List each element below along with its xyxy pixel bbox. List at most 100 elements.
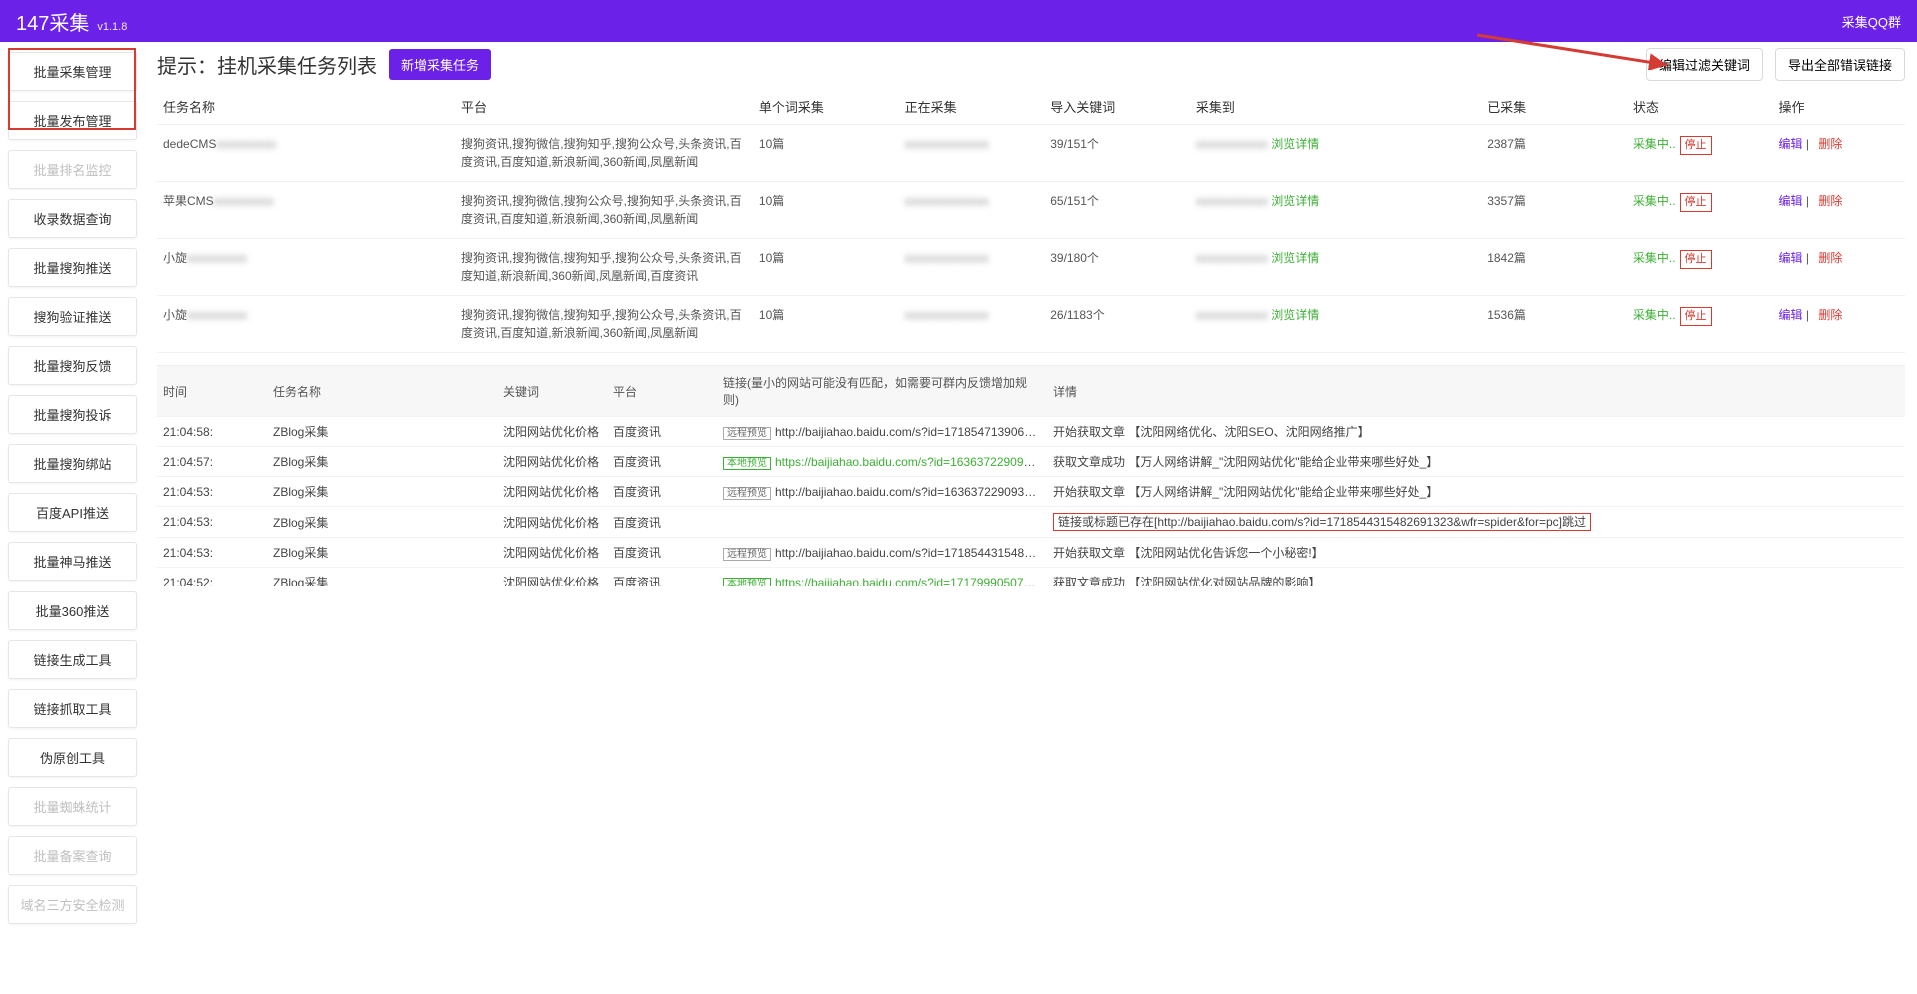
sidebar-item[interactable]: 伪原创工具	[8, 738, 137, 777]
app-version: v1.1.8	[97, 21, 127, 33]
view-detail-link[interactable]: 浏览详情	[1271, 137, 1319, 151]
sidebar-item[interactable]: 百度API推送	[8, 493, 137, 532]
th-name: 任务名称	[157, 89, 455, 125]
cell-running: xxxxxxxxxxxxxx	[899, 296, 1045, 353]
cell-platform: 搜狗资讯,搜狗微信,搜狗知乎,搜狗公众号,头条资讯,百度知道,新浪新闻,360新…	[455, 239, 753, 296]
delete-link[interactable]: 删除	[1818, 251, 1842, 265]
sidebar-item[interactable]: 批量神马推送	[8, 542, 137, 581]
log-link: 远程预览http://baijiahao.baidu.com/s?id=1636…	[717, 477, 1047, 507]
sidebar-item[interactable]: 批量360推送	[8, 591, 137, 630]
edit-filter-button[interactable]: 编辑过滤关键词	[1646, 48, 1763, 81]
log-task: ZBlog采集	[267, 447, 497, 477]
delete-link[interactable]: 删除	[1818, 194, 1842, 208]
log-detail: 链接或标题已存在[http://baijiahao.baidu.com/s?id…	[1047, 507, 1905, 538]
cell-collect-to: xxxxxxxxxxxx 浏览详情	[1190, 353, 1481, 360]
th-keywords: 导入关键词	[1044, 89, 1190, 125]
view-detail-link[interactable]: 浏览详情	[1271, 251, 1319, 265]
sidebar-item[interactable]: 批量搜狗反馈	[8, 346, 137, 385]
edit-link[interactable]: 编辑	[1779, 137, 1803, 151]
remote-preview-tag[interactable]: 远程预览	[723, 427, 771, 440]
log-row: 21:04:52:ZBlog采集沈阳网站优化价格百度资讯本地预览https://…	[157, 568, 1905, 587]
log-task: ZBlog采集	[267, 477, 497, 507]
stop-button[interactable]: 停止	[1680, 136, 1712, 155]
log-panel: 时间 任务名称 关键词 平台 链接(量小的网站可能没有匹配，如需要可群内反馈增加…	[157, 365, 1905, 982]
sidebar-item[interactable]: 搜狗验证推送	[8, 297, 137, 336]
log-time: 21:04:52:	[157, 568, 267, 587]
log-time: 21:04:58:	[157, 417, 267, 447]
cell-name: 小旋xxxxxxxxxx	[157, 296, 455, 353]
cell-collect-to: xxxxxxxxxxxx 浏览详情	[1190, 239, 1481, 296]
delete-link[interactable]: 删除	[1818, 308, 1842, 322]
cell-status: 采集中..停止	[1627, 182, 1773, 239]
edit-link[interactable]: 编辑	[1779, 308, 1803, 322]
th-collect-to: 采集到	[1190, 89, 1481, 125]
th-single: 单个词采集	[753, 89, 899, 125]
edit-link[interactable]: 编辑	[1779, 251, 1803, 265]
log-link: 远程预览http://baijiahao.baidu.com/s?id=1718…	[717, 417, 1047, 447]
remote-preview-tag[interactable]: 远程预览	[723, 487, 771, 500]
local-preview-tag[interactable]: 本地预览	[723, 457, 771, 470]
remote-preview-tag[interactable]: 远程预览	[723, 548, 771, 561]
sidebar-item[interactable]: 链接生成工具	[8, 640, 137, 679]
add-task-button[interactable]: 新增采集任务	[389, 49, 491, 80]
th-platform: 平台	[455, 89, 753, 125]
edit-link[interactable]: 编辑	[1779, 194, 1803, 208]
sidebar-item[interactable]: 批量搜狗绑站	[8, 444, 137, 483]
log-time: 21:04:53:	[157, 507, 267, 538]
log-th-time: 时间	[157, 366, 267, 416]
qq-group-link[interactable]: 采集QQ群	[1842, 12, 1901, 31]
cell-running: xxxxxxxxxxxxxx	[899, 353, 1045, 360]
th-collected: 已采集	[1481, 89, 1627, 125]
sidebar-item[interactable]: 批量搜狗投诉	[8, 395, 137, 434]
log-row: 21:04:58:ZBlog采集沈阳网站优化价格百度资讯远程预览http://b…	[157, 417, 1905, 447]
cell-op: 编辑 | 删除	[1773, 125, 1905, 182]
log-th-plat: 平台	[607, 366, 717, 416]
stop-button[interactable]: 停止	[1680, 193, 1712, 212]
log-link: 本地预览https://baijiahao.baidu.com/s?id=171…	[717, 568, 1047, 587]
sidebar-item[interactable]: 批量发布管理	[8, 101, 137, 140]
log-link	[717, 507, 1047, 538]
task-row: SiteserverCMS采集xxxxxxxxxx搜狗资讯,搜狗微信,搜狗知乎,…	[157, 353, 1905, 360]
task-table: 任务名称 平台 单个词采集 正在采集 导入关键词 采集到 已采集 状态 操作 d…	[157, 89, 1905, 359]
sidebar: 批量采集管理批量发布管理批量排名监控收录数据查询批量搜狗推送搜狗验证推送批量搜狗…	[0, 42, 145, 994]
log-link: 远程预览http://baijiahao.baidu.com/s?id=1718…	[717, 538, 1047, 568]
sidebar-item[interactable]: 批量搜狗推送	[8, 248, 137, 287]
cell-collect-to: xxxxxxxxxxxx 浏览详情	[1190, 182, 1481, 239]
sidebar-item: 批量备案查询	[8, 836, 137, 875]
log-task: ZBlog采集	[267, 417, 497, 447]
cell-running: xxxxxxxxxxxxxx	[899, 182, 1045, 239]
sidebar-item[interactable]: 链接抓取工具	[8, 689, 137, 728]
view-detail-link[interactable]: 浏览详情	[1271, 308, 1319, 322]
log-plat: 百度资讯	[607, 417, 717, 447]
sidebar-item[interactable]: 批量采集管理	[8, 52, 137, 91]
cell-keywords: 39/151个	[1044, 125, 1190, 182]
th-status: 状态	[1627, 89, 1773, 125]
cell-platform: 搜狗资讯,搜狗微信,搜狗公众号,搜狗知乎,头条资讯,百度资讯,百度知道,新浪新闻…	[455, 182, 753, 239]
cell-status: 采集中..停止	[1627, 296, 1773, 353]
log-kw: 沈阳网站优化价格	[497, 477, 607, 507]
main-content: 提示：挂机采集任务列表 新增采集任务 编辑过滤关键词 导出全部错误链接 任务名称…	[145, 42, 1917, 994]
log-task: ZBlog采集	[267, 507, 497, 538]
log-row: 21:04:53:ZBlog采集沈阳网站优化价格百度资讯远程预览http://b…	[157, 477, 1905, 507]
sidebar-item[interactable]: 收录数据查询	[8, 199, 137, 238]
log-kw: 沈阳网站优化价格	[497, 568, 607, 587]
stop-button[interactable]: 停止	[1680, 307, 1712, 326]
log-th-kw: 关键词	[497, 366, 607, 416]
view-detail-link[interactable]: 浏览详情	[1271, 194, 1319, 208]
cell-op: 编辑 | 删除	[1773, 353, 1905, 360]
log-th-task: 任务名称	[267, 366, 497, 416]
local-preview-tag[interactable]: 本地预览	[723, 578, 771, 586]
cell-op: 编辑 | 删除	[1773, 296, 1905, 353]
log-detail: 开始获取文章 【万人网络讲解_"沈阳网站优化"能给企业带来哪些好处_】	[1047, 477, 1905, 507]
cell-collected: 2387篇	[1481, 125, 1627, 182]
cell-single: 10篇	[753, 296, 899, 353]
log-plat: 百度资讯	[607, 568, 717, 587]
delete-link[interactable]: 删除	[1818, 137, 1842, 151]
stop-button[interactable]: 停止	[1680, 250, 1712, 269]
log-row: 21:04:53:ZBlog采集沈阳网站优化价格百度资讯远程预览http://b…	[157, 538, 1905, 568]
cell-collected: 3357篇	[1481, 182, 1627, 239]
cell-status: 采集中..停止	[1627, 125, 1773, 182]
log-plat: 百度资讯	[607, 507, 717, 538]
log-kw: 沈阳网站优化价格	[497, 507, 607, 538]
export-errors-button[interactable]: 导出全部错误链接	[1775, 48, 1905, 81]
